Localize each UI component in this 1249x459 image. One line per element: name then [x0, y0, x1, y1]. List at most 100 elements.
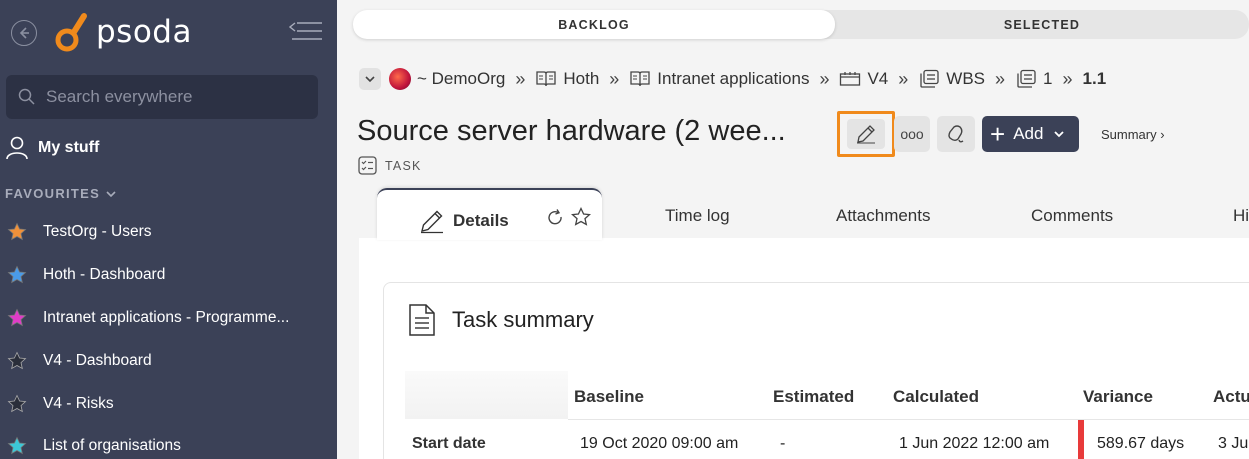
tab-comments[interactable]: Comments — [1031, 206, 1113, 226]
favourites-list: TestOrg - Users Hoth - Dashboard Intrane… — [7, 211, 327, 459]
more-options-button[interactable]: ooo — [894, 116, 930, 152]
favourites-heading[interactable]: FAVOURITES — [5, 186, 118, 201]
calendar-icon — [840, 72, 861, 86]
favourite-item[interactable]: Hoth - Dashboard — [7, 254, 327, 297]
logo-key-icon — [55, 13, 87, 52]
item-type-tag: TASK — [358, 156, 422, 175]
bell-icon — [948, 125, 964, 143]
back-arrow-icon[interactable] — [11, 20, 37, 46]
summary-link[interactable]: Summary › — [1101, 127, 1165, 142]
breadcrumb-separator: » — [898, 68, 909, 89]
breadcrumb-label: Hoth — [563, 69, 600, 88]
breadcrumb: ~ DemoOrg » Hoth » Intranet applications… — [359, 68, 1106, 90]
tab-details[interactable]: Details — [377, 188, 602, 240]
star-icon — [7, 436, 27, 455]
my-stuff-link[interactable]: My stuff — [6, 136, 99, 160]
stack-icon — [1017, 69, 1036, 88]
column-header: Baseline — [574, 387, 644, 406]
plus-icon: + — [990, 119, 1006, 149]
column-header: Estimated — [773, 387, 855, 406]
star-icon — [7, 394, 27, 412]
tab-details-label: Details — [453, 211, 509, 230]
breadcrumb-label: Intranet applications — [657, 69, 810, 88]
refresh-icon[interactable] — [545, 208, 565, 228]
breadcrumb-item-hoth[interactable]: Hoth — [535, 69, 599, 89]
book-icon — [536, 71, 557, 87]
collapse-menu-icon[interactable] — [288, 20, 323, 49]
breadcrumb-current-label: 1.1 — [1082, 69, 1107, 88]
column-header: Variance — [1083, 387, 1153, 406]
task-summary-card: Task summary Baseline Estimated Calculat… — [383, 282, 1249, 459]
breadcrumb-item-programme[interactable]: Intranet applications — [629, 69, 809, 89]
breadcrumb-current: 1.1 — [1083, 69, 1107, 89]
breadcrumb-item-wbs[interactable]: WBS — [918, 69, 985, 89]
star-icon — [7, 308, 27, 327]
variance-indicator — [1078, 420, 1084, 459]
item-type-label: TASK — [385, 158, 422, 173]
backlog-toggle-button[interactable]: BACKLOG — [353, 10, 835, 39]
card-title: Task summary — [408, 303, 594, 337]
breadcrumb-org[interactable]: ~ DemoOrg — [389, 68, 505, 90]
breadcrumb-separator: » — [609, 68, 620, 89]
cell-calculated: 1 Jun 2022 12:00 am — [899, 435, 1050, 452]
chevron-down-icon — [106, 190, 116, 197]
favourite-label: V4 - Dashboard — [43, 351, 152, 369]
chevron-down-icon — [1054, 131, 1065, 138]
edit-button[interactable] — [837, 111, 895, 157]
card-title-label: Task summary — [452, 307, 594, 332]
column-header: Actu — [1213, 387, 1249, 406]
tab-bar: Details Time log Attachments Comments Hi — [377, 188, 1249, 240]
task-icon — [358, 156, 377, 175]
cell-estimated: - — [780, 435, 786, 452]
page-title: Source server hardware (2 wee... — [357, 115, 786, 147]
favourite-item[interactable]: Intranet applications - Programme... — [7, 297, 327, 340]
favourite-label: TestOrg - Users — [43, 223, 152, 241]
breadcrumb-label: V4 — [867, 69, 889, 88]
favourite-label: Hoth - Dashboard — [43, 266, 166, 284]
favourites-heading-label: FAVOURITES — [5, 186, 101, 201]
breadcrumb-item-v4[interactable]: V4 — [839, 69, 888, 89]
table-divider — [568, 419, 1249, 420]
org-avatar — [389, 68, 411, 90]
breadcrumb-item-1[interactable]: 1 — [1015, 69, 1053, 89]
logo-text: psoda — [96, 14, 192, 50]
sidebar: psoda Search everywhere My stuff FAVOURI… — [0, 0, 337, 459]
favourite-item[interactable]: V4 - Risks — [7, 382, 327, 425]
favourite-item[interactable]: V4 - Dashboard — [7, 339, 327, 382]
breadcrumb-org-label: ~ DemoOrg — [417, 69, 506, 88]
selected-toggle-button[interactable]: SELECTED — [835, 10, 1249, 39]
document-icon — [409, 304, 435, 336]
breadcrumb-label: WBS — [946, 69, 986, 88]
favourite-label: List of organisations — [43, 437, 181, 455]
breadcrumb-dropdown[interactable] — [359, 68, 381, 90]
star-outline-icon[interactable] — [571, 207, 591, 227]
star-icon — [7, 351, 27, 370]
notification-button[interactable] — [937, 116, 975, 152]
star-icon — [7, 265, 27, 284]
user-icon — [6, 136, 28, 160]
search-input[interactable]: Search everywhere — [6, 75, 318, 119]
favourite-item[interactable]: List of organisations — [7, 425, 327, 459]
favourite-label: Intranet applications - Programme... — [43, 308, 290, 326]
breadcrumb-label: 1 — [1043, 69, 1053, 88]
row-label: Start date — [412, 435, 486, 452]
search-placeholder: Search everywhere — [46, 87, 193, 106]
tab-attachments[interactable]: Attachments — [836, 206, 931, 226]
stack-icon — [920, 69, 939, 88]
favourite-item[interactable]: TestOrg - Users — [7, 211, 327, 254]
favourite-label: V4 - Risks — [43, 394, 114, 412]
pencil-icon — [421, 210, 443, 234]
tab-time-log[interactable]: Time log — [665, 206, 730, 226]
psoda-logo[interactable]: psoda — [54, 10, 192, 54]
chevron-down-icon — [365, 76, 375, 83]
breadcrumb-separator: » — [1062, 68, 1073, 89]
backlog-selected-toggle: BACKLOG SELECTED — [353, 10, 1249, 39]
main-content: BACKLOG SELECTED ~ DemoOrg » Hoth » Intr… — [337, 0, 1249, 459]
cell-actual: 3 Ju — [1218, 435, 1249, 452]
add-button[interactable]: + Add — [982, 116, 1079, 152]
breadcrumb-separator: » — [995, 68, 1006, 89]
pencil-icon — [857, 125, 875, 144]
breadcrumb-separator: » — [819, 68, 830, 89]
tab-history[interactable]: Hi — [1233, 206, 1249, 226]
cell-baseline: 19 Oct 2020 09:00 am — [580, 435, 739, 452]
